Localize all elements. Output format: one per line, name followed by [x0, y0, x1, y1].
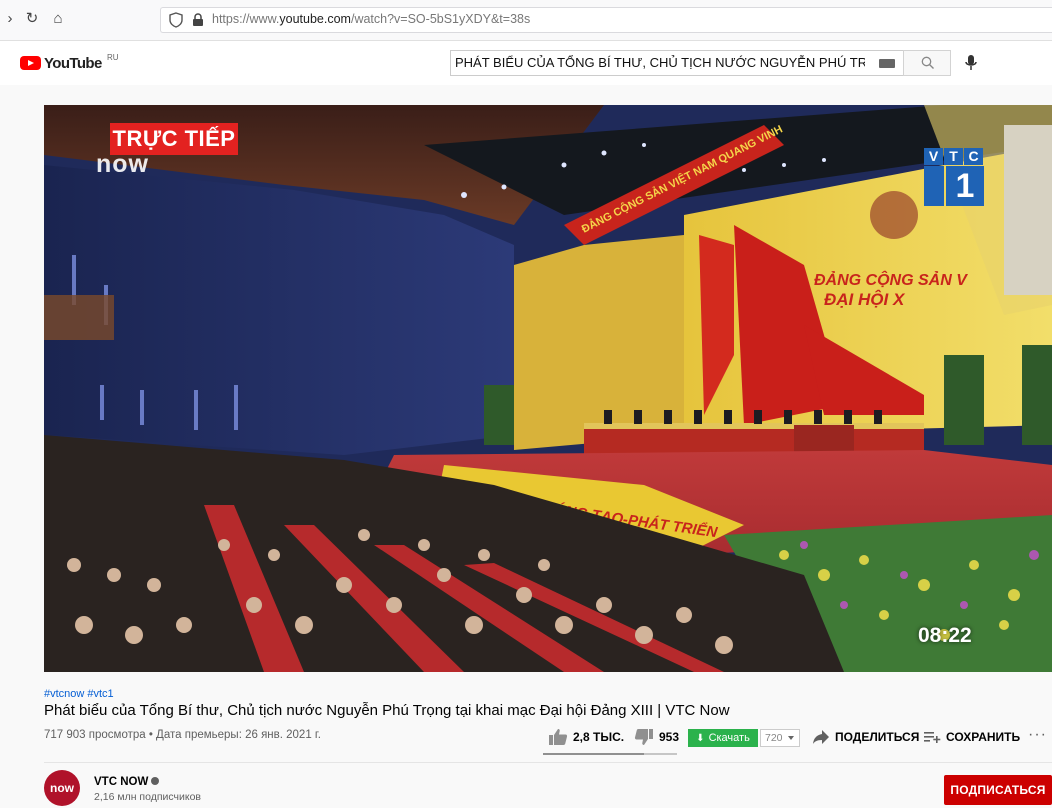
vtc-letter: T [944, 148, 963, 165]
like-button[interactable]: 2,8 ТЫС. [548, 725, 624, 749]
download-arrow-icon: ⬇ [696, 732, 705, 744]
download-button[interactable]: ⬇ Скачать [688, 729, 758, 747]
thumbs-down-icon [634, 729, 653, 745]
save-label: СОХРАНИТЬ [946, 730, 1021, 744]
verified-icon [151, 777, 160, 785]
home-icon[interactable]: ⌂ [48, 9, 68, 29]
video-title: Phát biểu của Tổng Bí thư, Chủ tịch nước… [44, 702, 730, 719]
url-text: https://www.youtube.com/watch?v=SO-5bS1y… [212, 12, 531, 26]
vtc-letter: V [924, 148, 943, 165]
subscribe-button[interactable]: ПОДПИСАТЬСЯ [944, 775, 1052, 805]
search-input[interactable] [455, 55, 865, 70]
video-frame: ĐẢNG CỘNG SẢN VIỆT NAM QUANG VINH ĐẢNG C… [44, 105, 1052, 672]
video-player[interactable]: ĐẢNG CỘNG SẢN VIỆT NAM QUANG VINH ĐẢNG C… [44, 105, 1052, 672]
share-label: ПОДЕЛИТЬСЯ [835, 730, 920, 744]
youtube-header: YouTube RU [0, 41, 1052, 85]
divider [44, 762, 1052, 763]
vtc1-logo: V T C 1 [924, 148, 984, 206]
stage-line2: ĐẠI HỘI X [824, 290, 906, 309]
lock-icon[interactable] [192, 13, 204, 27]
video-actions: 2,8 ТЫС. 953 ПОДЕЛИТЬСЯ СОХРАНИТЬ [0, 725, 1052, 749]
thumbs-up-icon [549, 729, 568, 745]
channel-avatar[interactable]: now [44, 770, 80, 806]
microphone-icon[interactable] [960, 52, 982, 74]
vtc-letter: C [964, 148, 983, 165]
share-icon [813, 730, 829, 744]
youtube-play-icon [20, 56, 41, 70]
back-arrow-icon[interactable]: › [0, 9, 20, 29]
like-dislike-bar [543, 753, 677, 755]
search-box[interactable] [450, 50, 904, 76]
now-watermark: now [96, 150, 149, 178]
download-label: Скачать [708, 732, 750, 744]
more-icon[interactable]: ··· [1028, 726, 1047, 744]
dislike-count: 953 [659, 730, 680, 744]
search-button[interactable] [903, 50, 951, 76]
share-button[interactable]: ПОДЕЛИТЬСЯ [812, 725, 919, 749]
dislike-button[interactable]: 953 [634, 725, 679, 749]
channel-name-text: VTC NOW [94, 776, 149, 788]
subscriber-count: 2,16 млн подписчиков [94, 791, 201, 803]
keyboard-icon[interactable] [879, 59, 895, 68]
stage-line1: ĐẢNG CỘNG SẢN V [814, 270, 968, 289]
like-count: 2,8 ТЫС. [573, 730, 625, 744]
video-timecode: 08:22 [918, 624, 972, 647]
logo-text: YouTube [44, 55, 102, 72]
channel-name[interactable]: VTC NOW [94, 776, 160, 788]
address-bar[interactable]: https://www.youtube.com/watch?v=SO-5bS1y… [160, 7, 1052, 33]
like-ratio-fill [543, 753, 644, 755]
vtc-letters: V T C [924, 148, 983, 165]
shield-icon[interactable] [169, 12, 183, 28]
hashtags: #vtcnow #vtc1 [44, 688, 117, 700]
hashtag-link[interactable]: #vtcnow [44, 688, 84, 700]
country-code: RU [107, 53, 119, 62]
hashtag-link[interactable]: #vtc1 [87, 688, 113, 700]
browser-toolbar: › ↻ ⌂ https://www.youtube.com/watch?v=SO… [0, 0, 1052, 41]
reload-icon[interactable]: ↻ [22, 9, 42, 29]
quality-select[interactable]: 720 [760, 729, 800, 747]
vtc-number: 1 [924, 166, 984, 206]
search-icon [921, 56, 934, 69]
save-playlist-icon [924, 732, 941, 743]
save-button[interactable]: СОХРАНИТЬ [923, 725, 1020, 749]
